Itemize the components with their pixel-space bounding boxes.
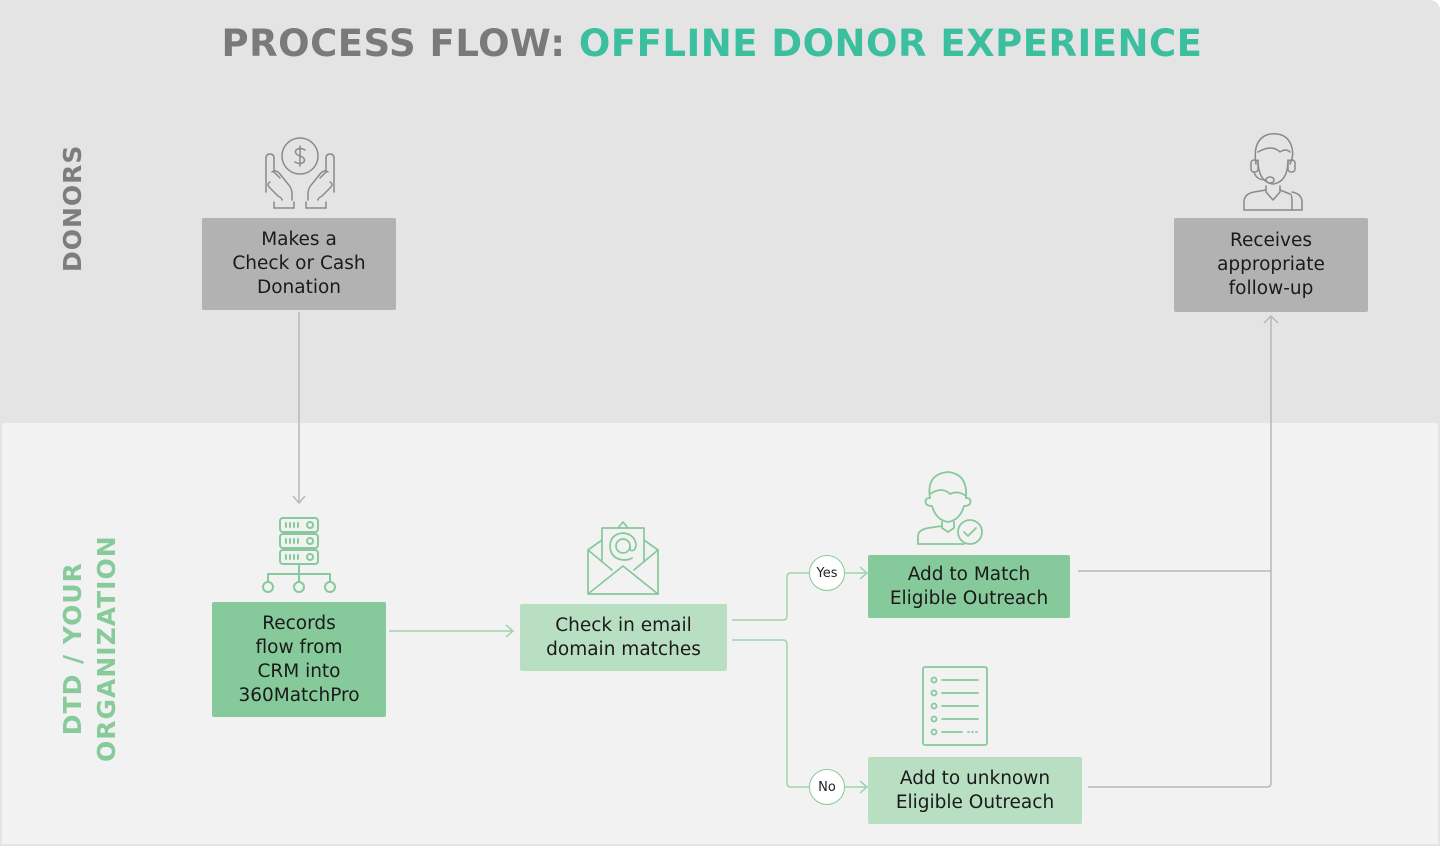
node-records[interactable]: Records flow from CRM into 360MatchPro xyxy=(212,602,386,717)
node-match-eligible[interactable]: Add to Match Eligible Outreach xyxy=(868,555,1070,618)
diagram-canvas: PROCESS FLOW: OFFLINE DONOR EXPERIENCE D… xyxy=(0,0,1440,846)
server-network-icon xyxy=(262,517,336,593)
node-check-email[interactable]: Check in email domain matches xyxy=(520,604,727,671)
decision-no: No xyxy=(809,769,845,805)
connector-check-to-no xyxy=(732,639,809,788)
checklist-document-icon xyxy=(922,666,988,746)
hands-coin-icon xyxy=(265,137,335,209)
headset-agent-icon xyxy=(1243,133,1303,211)
node-donation[interactable]: Makes a Check or Cash Donation xyxy=(202,218,396,310)
decision-yes: Yes xyxy=(809,555,845,591)
user-check-icon xyxy=(917,471,983,545)
node-unknown-eligible[interactable]: Add to unknown Eligible Outreach xyxy=(868,757,1082,824)
connector-check-to-yes xyxy=(732,572,809,621)
node-followup[interactable]: Receives appropriate follow-up xyxy=(1174,218,1368,312)
email-open-icon xyxy=(587,521,659,595)
connector-unknown-to-followup xyxy=(1088,316,1272,788)
connectors xyxy=(292,312,1279,794)
